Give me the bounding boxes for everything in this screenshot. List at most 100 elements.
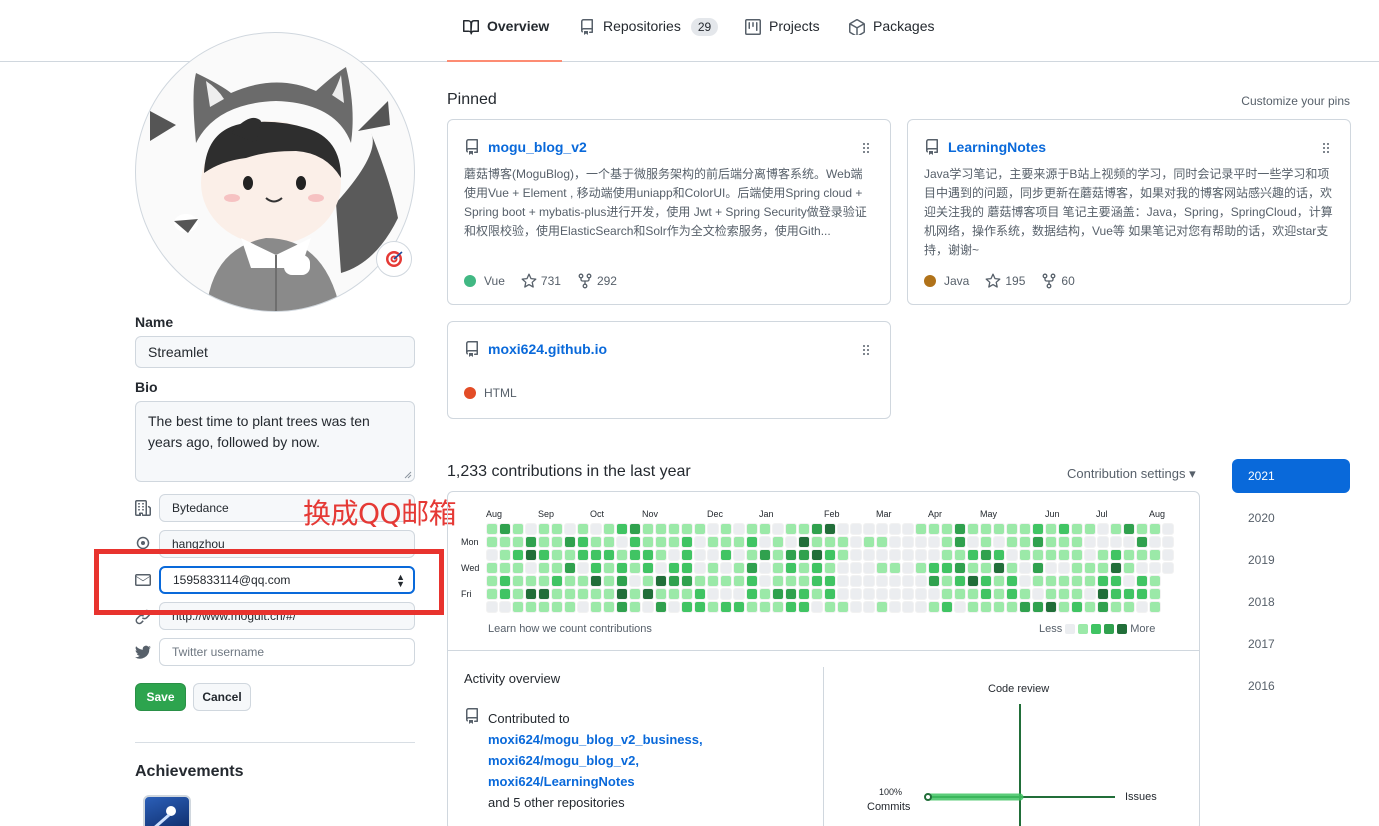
repo-forks[interactable]: 292 bbox=[577, 273, 617, 289]
contribution-day-cell[interactable] bbox=[642, 575, 654, 587]
contribution-day-cell[interactable] bbox=[980, 575, 992, 587]
contribution-day-cell[interactable] bbox=[915, 536, 927, 548]
contribution-day-cell[interactable] bbox=[941, 601, 953, 613]
name-field[interactable]: Streamlet bbox=[135, 336, 415, 368]
customize-pins-link[interactable]: Customize your pins bbox=[1241, 94, 1350, 108]
contribution-day-cell[interactable] bbox=[1019, 588, 1031, 600]
contribution-day-cell[interactable] bbox=[1019, 562, 1031, 574]
contribution-day-cell[interactable] bbox=[1006, 523, 1018, 535]
contribution-day-cell[interactable] bbox=[1006, 549, 1018, 561]
contribution-day-cell[interactable] bbox=[655, 536, 667, 548]
contribution-day-cell[interactable] bbox=[1058, 536, 1070, 548]
contribution-day-cell[interactable] bbox=[616, 601, 628, 613]
contribution-day-cell[interactable] bbox=[850, 523, 862, 535]
contribution-day-cell[interactable] bbox=[616, 575, 628, 587]
contribution-day-cell[interactable] bbox=[967, 536, 979, 548]
contribution-day-cell[interactable] bbox=[863, 601, 875, 613]
contribution-day-cell[interactable] bbox=[577, 588, 589, 600]
twitter-field[interactable]: Twitter username bbox=[159, 638, 415, 666]
contribution-day-cell[interactable] bbox=[564, 601, 576, 613]
grabber-icon[interactable] bbox=[862, 142, 870, 154]
tab-projects[interactable]: Projects bbox=[745, 18, 820, 62]
contribution-day-cell[interactable] bbox=[889, 562, 901, 574]
contribution-day-cell[interactable] bbox=[1006, 601, 1018, 613]
contribution-day-cell[interactable] bbox=[863, 523, 875, 535]
contribution-day-cell[interactable] bbox=[1149, 601, 1161, 613]
contribution-day-cell[interactable] bbox=[1032, 523, 1044, 535]
contribution-day-cell[interactable] bbox=[1110, 601, 1122, 613]
contribution-day-cell[interactable] bbox=[1097, 601, 1109, 613]
contribution-day-cell[interactable] bbox=[811, 536, 823, 548]
contribution-day-cell[interactable] bbox=[564, 536, 576, 548]
tab-overview[interactable]: Overview bbox=[447, 18, 562, 62]
contribution-day-cell[interactable] bbox=[720, 523, 732, 535]
contribution-day-cell[interactable] bbox=[1058, 588, 1070, 600]
contribution-day-cell[interactable] bbox=[525, 523, 537, 535]
contribution-day-cell[interactable] bbox=[590, 575, 602, 587]
contribution-day-cell[interactable] bbox=[590, 588, 602, 600]
contribution-day-cell[interactable] bbox=[967, 588, 979, 600]
contribution-day-cell[interactable] bbox=[759, 536, 771, 548]
contribution-day-cell[interactable] bbox=[1071, 536, 1083, 548]
contribution-day-cell[interactable] bbox=[1032, 549, 1044, 561]
contribution-day-cell[interactable] bbox=[1097, 575, 1109, 587]
contribution-day-cell[interactable] bbox=[733, 588, 745, 600]
contribution-day-cell[interactable] bbox=[889, 549, 901, 561]
contribution-day-cell[interactable] bbox=[824, 523, 836, 535]
contribution-day-cell[interactable] bbox=[551, 536, 563, 548]
contribution-day-cell[interactable] bbox=[1097, 562, 1109, 574]
contribution-day-cell[interactable] bbox=[837, 549, 849, 561]
contribution-day-cell[interactable] bbox=[564, 562, 576, 574]
contribution-day-cell[interactable] bbox=[824, 575, 836, 587]
contribution-day-cell[interactable] bbox=[759, 523, 771, 535]
contribution-day-cell[interactable] bbox=[1136, 575, 1148, 587]
contribution-day-cell[interactable] bbox=[707, 562, 719, 574]
contribution-day-cell[interactable] bbox=[629, 523, 641, 535]
contribution-day-cell[interactable] bbox=[1097, 536, 1109, 548]
contribution-day-cell[interactable] bbox=[1006, 588, 1018, 600]
contribution-day-cell[interactable] bbox=[616, 588, 628, 600]
contribution-day-cell[interactable] bbox=[1058, 549, 1070, 561]
contribution-day-cell[interactable] bbox=[642, 523, 654, 535]
contribution-day-cell[interactable] bbox=[928, 536, 940, 548]
contribution-day-cell[interactable] bbox=[720, 562, 732, 574]
contribution-day-cell[interactable] bbox=[902, 562, 914, 574]
contribution-day-cell[interactable] bbox=[564, 549, 576, 561]
contribution-day-cell[interactable] bbox=[1058, 575, 1070, 587]
contribution-day-cell[interactable] bbox=[1006, 562, 1018, 574]
contribution-day-cell[interactable] bbox=[551, 523, 563, 535]
achievement-badge[interactable] bbox=[143, 795, 191, 826]
contribution-day-cell[interactable] bbox=[1071, 588, 1083, 600]
contribution-day-cell[interactable] bbox=[915, 575, 927, 587]
contribution-day-cell[interactable] bbox=[928, 562, 940, 574]
contribution-day-cell[interactable] bbox=[1084, 549, 1096, 561]
contribution-day-cell[interactable] bbox=[694, 575, 706, 587]
contribution-day-cell[interactable] bbox=[1045, 549, 1057, 561]
contribution-day-cell[interactable] bbox=[603, 601, 615, 613]
contribution-day-cell[interactable] bbox=[694, 601, 706, 613]
contribution-day-cell[interactable] bbox=[954, 562, 966, 574]
contribution-day-cell[interactable] bbox=[863, 575, 875, 587]
contribution-day-cell[interactable] bbox=[772, 562, 784, 574]
contribution-day-cell[interactable] bbox=[538, 536, 550, 548]
year-link-2017[interactable]: 2017 bbox=[1232, 627, 1350, 661]
contribution-day-cell[interactable] bbox=[486, 549, 498, 561]
contribution-day-cell[interactable] bbox=[655, 575, 667, 587]
contribution-day-cell[interactable] bbox=[668, 601, 680, 613]
contribution-day-cell[interactable] bbox=[746, 549, 758, 561]
contribution-day-cell[interactable] bbox=[1149, 575, 1161, 587]
contribution-day-cell[interactable] bbox=[863, 588, 875, 600]
contribution-day-cell[interactable] bbox=[590, 523, 602, 535]
contribution-day-cell[interactable] bbox=[1019, 575, 1031, 587]
pinned-repo-link[interactable]: LearningNotes bbox=[948, 139, 1046, 155]
contribution-day-cell[interactable] bbox=[772, 601, 784, 613]
contribution-day-cell[interactable] bbox=[1084, 601, 1096, 613]
contribution-day-cell[interactable] bbox=[1032, 601, 1044, 613]
contribution-day-cell[interactable] bbox=[876, 536, 888, 548]
contribution-day-cell[interactable] bbox=[889, 536, 901, 548]
contribution-day-cell[interactable] bbox=[772, 523, 784, 535]
contribution-day-cell[interactable] bbox=[707, 601, 719, 613]
contribution-day-cell[interactable] bbox=[1071, 562, 1083, 574]
contribution-day-cell[interactable] bbox=[720, 588, 732, 600]
contribution-day-cell[interactable] bbox=[525, 575, 537, 587]
